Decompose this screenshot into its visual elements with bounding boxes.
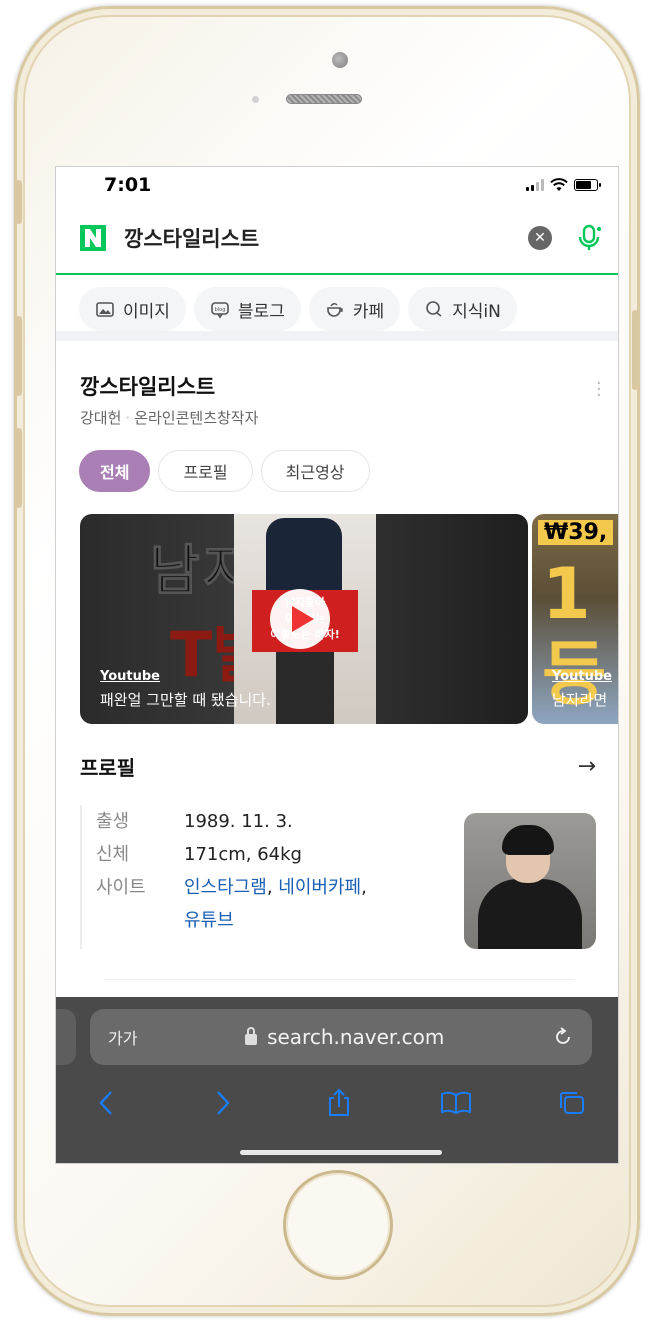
share-button[interactable] [319,1083,359,1123]
chip-knowledge-in[interactable]: 지식iN [408,287,517,331]
proximity-sensor [252,96,259,103]
book-icon [440,1091,471,1115]
chip-label: 이미지 [123,301,170,322]
profile-body: 출생 1989. 11. 3. 신체 171cm, 64kg 사이트 인스타그램… [80,805,596,949]
image-icon [96,302,114,317]
battery-icon [574,179,601,191]
search-bar: 깡스타일리스트 ✕ [56,203,618,275]
chip-label: 카페 [352,301,385,322]
front-camera [332,52,348,68]
safari-bottom-bar: 가가 search.naver.com [56,997,618,1163]
person-subtitle: 강대헌 · 온라인콘텐츠창작자 [80,407,596,428]
info-key: 출생 [96,811,130,832]
text-size-button[interactable]: 가가 [108,1025,137,1049]
info-key: 사이트 [96,877,146,898]
video-source: Youtube [552,669,612,684]
profile-header[interactable]: 프로필 → [80,752,596,781]
status-icons [526,178,601,192]
tab-recent-videos[interactable]: 최근영상 [260,450,370,492]
share-icon [329,1088,349,1116]
info-key: 신체 [96,844,130,865]
play-button-icon[interactable] [270,589,330,649]
more-options-icon[interactable]: · · · [596,375,602,405]
video-source: Youtube [100,669,160,684]
chip-label: 지식iN [452,301,501,322]
home-indicator[interactable] [240,1150,442,1155]
chip-image[interactable]: 이미지 [79,287,186,331]
volume-down-button [16,428,22,508]
search-category-chips: 이미지 blog 블로그 카페 지식iN [56,275,618,341]
reload-icon[interactable] [552,1026,574,1048]
phone-screen: 7:01 깡스타일리스트 ✕ 이미지 blog 블로그 카페 지식iN 깡스타일… [55,166,619,1164]
site-link-youtube[interactable]: 유튜브 [184,910,234,931]
site-link-instagram[interactable]: 인스타그램 [184,877,267,898]
bookmarks-button[interactable] [436,1083,476,1123]
tab-profile[interactable]: 프로필 [158,450,253,492]
svg-text:blog: blog [215,307,226,313]
search-input[interactable]: 깡스타일리스트 [124,223,528,253]
address-url[interactable]: search.naver.com [137,1025,552,1049]
info-value-sites: 인스타그램, 네이버카페, 유튜브 [184,877,367,931]
status-time: 7:01 [104,174,152,196]
wifi-icon [550,178,568,191]
voice-search-mic-icon[interactable] [574,223,604,253]
forward-button[interactable] [203,1083,243,1123]
person-real-name: 강대헌 [80,409,122,427]
mute-switch [16,180,22,224]
url-text: search.naver.com [267,1025,445,1049]
naver-logo-icon[interactable] [80,225,106,251]
knowledge-icon [426,301,442,317]
cafe-cup-icon [327,303,343,317]
power-button [632,310,638,390]
chevron-left-icon [99,1091,112,1115]
safari-toolbar [56,1081,618,1125]
lock-icon [245,1027,258,1045]
volume-up-button [16,316,22,396]
info-row-sites: 사이트 인스타그램, 네이버카페, 유튜브 [96,871,464,937]
person-occupation: 온라인콘텐츠창작자 [134,409,259,427]
info-value: 1989. 11. 3. [184,811,293,832]
info-row-birth: 출생 1989. 11. 3. [96,805,464,838]
person-name[interactable]: 깡스타일리스트 [80,371,596,401]
profile-info-list: 출생 1989. 11. 3. 신체 171cm, 64kg 사이트 인스타그램… [80,805,464,949]
video-card[interactable]: ₩39, 1등 Youtube 남자라면 [532,514,618,724]
clear-search-icon[interactable]: ✕ [528,226,552,250]
chip-cafe[interactable]: 카페 [308,287,401,331]
info-value: 171cm, 64kg [184,844,302,865]
chip-label: 블로그 [237,301,285,322]
separator-dot: · [125,409,131,427]
video-card[interactable]: 남자들아 T발 남자들아 이렇게는 이렇도는 하자! Youtube 패완얼 그… [80,514,528,724]
signal-icon [526,179,544,191]
chip-blog[interactable]: blog 블로그 [193,287,301,331]
home-button[interactable] [283,1170,393,1280]
profile-title: 프로필 [80,756,136,780]
video-title: 패완얼 그만할 때 됐습니다. [100,691,271,709]
back-button[interactable] [86,1083,126,1123]
arrow-right-icon[interactable]: → [578,754,596,779]
person-header: 깡스타일리스트 강대헌 · 온라인콘텐츠창작자 · · · [56,341,618,428]
blog-icon: blog [211,302,229,319]
info-row-body: 신체 171cm, 64kg [96,838,464,871]
tabs-icon [560,1092,584,1114]
profile-section: 프로필 → 출생 1989. 11. 3. 신체 171cm, 64kg 사이트… [56,724,618,1039]
video-title: 남자라면 [552,691,608,709]
earpiece-speaker [286,94,362,104]
status-bar: 7:01 [56,167,618,203]
video-carousel: 남자들아 T발 남자들아 이렇게는 이렇도는 하자! Youtube 패완얼 그… [80,514,618,724]
profile-photo[interactable] [464,813,596,949]
thumbnail-price-text: ₩39, [538,520,614,545]
tabs-button[interactable] [552,1083,592,1123]
site-link-naver-cafe[interactable]: 네이버카페 [278,877,361,898]
address-bar[interactable]: 가가 search.naver.com [90,1009,592,1065]
chevron-right-icon [216,1091,230,1115]
previous-tab-peek[interactable] [56,1009,76,1065]
tab-all[interactable]: 전체 [79,450,151,492]
result-tabs: 전체 프로필 최근영상 [56,428,618,492]
